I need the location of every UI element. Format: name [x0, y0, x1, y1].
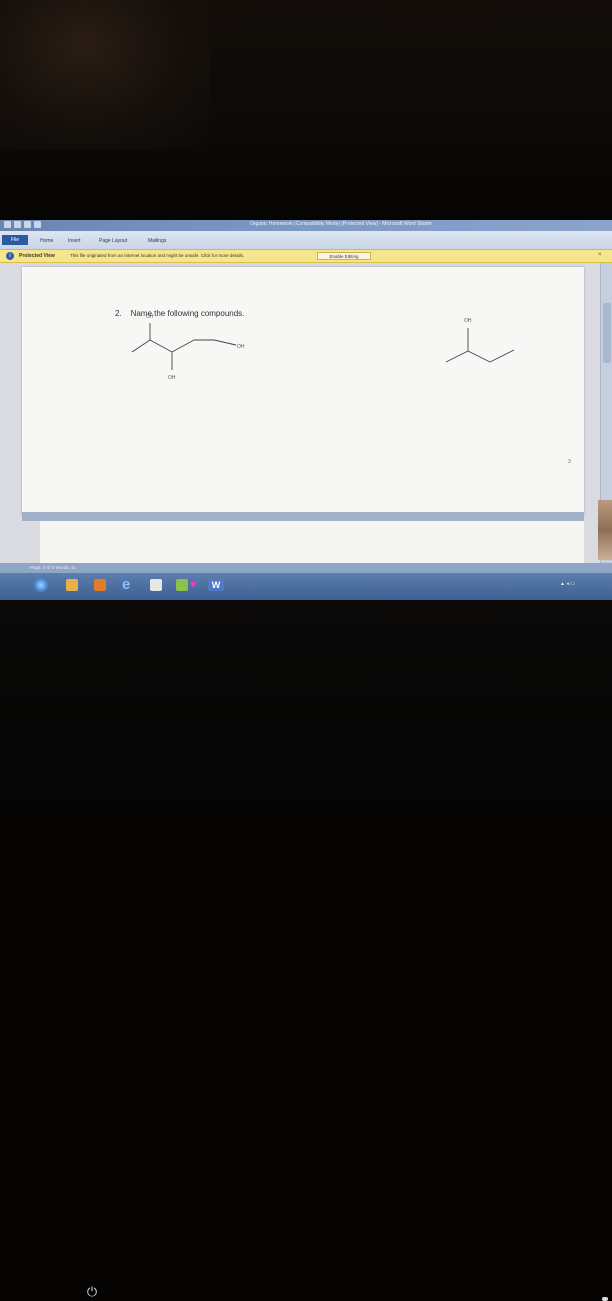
ad-pane-image	[598, 500, 612, 560]
hydroxyl-label: OH	[464, 318, 472, 324]
bond	[213, 339, 237, 346]
redo-icon[interactable]	[34, 221, 41, 228]
internet-explorer-icon[interactable]: e	[122, 577, 134, 592]
room-glow	[0, 0, 210, 150]
media-player-icon[interactable]	[94, 579, 106, 591]
bond	[467, 350, 491, 363]
word-taskbar-icon[interactable]: W	[208, 579, 224, 591]
protected-view-bar: i Protected View This file originated fr…	[0, 250, 612, 263]
close-icon[interactable]: ×	[598, 252, 602, 258]
save-icon[interactable]	[14, 221, 21, 228]
folder-icon[interactable]	[66, 579, 78, 591]
hydroxyl-label: OH	[168, 375, 176, 381]
status-text: Page: 3 of 3 Words: 41	[30, 565, 76, 570]
tab-file[interactable]: File	[2, 235, 28, 245]
monitor-bezel: ⏻	[0, 600, 612, 1301]
bond	[171, 339, 195, 353]
document-area: 2. Name the following compounds. OH OH O…	[0, 263, 612, 571]
enable-editing-button[interactable]: Enable Editing	[317, 252, 371, 260]
page-number: 3	[568, 459, 571, 465]
tab-home[interactable]: Home	[40, 238, 53, 244]
bond	[445, 350, 469, 363]
power-icon[interactable]: ⏻	[84, 1284, 100, 1300]
system-tray[interactable]: ▲ ◂ ▭	[560, 581, 575, 587]
bond	[149, 339, 173, 353]
protected-view-label: Protected View	[19, 253, 55, 259]
word-app-icon[interactable]	[4, 221, 11, 228]
bond	[489, 349, 515, 363]
heart-icon[interactable]: ♥	[190, 579, 202, 591]
shield-icon: i	[6, 252, 14, 260]
molecule-1	[131, 323, 237, 370]
bond	[131, 339, 151, 353]
quick-access-toolbar	[4, 221, 41, 230]
page-separator	[22, 512, 584, 521]
ribbon-tabs: File Home Insert Page Layout Mailings	[0, 231, 612, 250]
document-page[interactable]: 2. Name the following compounds. OH OH O…	[22, 267, 584, 515]
browser-icon[interactable]	[176, 579, 188, 591]
protected-view-message[interactable]: This file originated from an Internet lo…	[70, 253, 244, 258]
molecule-drawings: OH OH OH OH	[131, 314, 515, 381]
hydroxyl-label: OH	[146, 314, 154, 320]
scroll-thumb[interactable]	[603, 303, 611, 363]
tab-insert[interactable]: Insert	[68, 238, 81, 244]
tab-mailings[interactable]: Mailings	[148, 238, 166, 244]
molecule-2	[445, 328, 515, 363]
hydroxyl-label: OH	[237, 344, 245, 350]
tab-page-layout[interactable]: Page Layout	[99, 238, 127, 244]
taskbar: e ♥ W ▲ ◂ ▭	[0, 573, 612, 600]
window-title: Organic Homework (Compatibility Mode) [P…	[250, 221, 433, 227]
background-room	[0, 0, 612, 218]
document-icon[interactable]	[150, 579, 162, 591]
status-bar: Page: 3 of 3 Words: 41	[0, 563, 612, 573]
title-bar: Organic Homework (Compatibility Mode) [P…	[0, 220, 612, 231]
undo-icon[interactable]	[24, 221, 31, 228]
power-led	[602, 1297, 608, 1301]
start-button-icon[interactable]	[34, 578, 48, 592]
monitor-screen: Organic Homework (Compatibility Mode) [P…	[0, 220, 612, 600]
